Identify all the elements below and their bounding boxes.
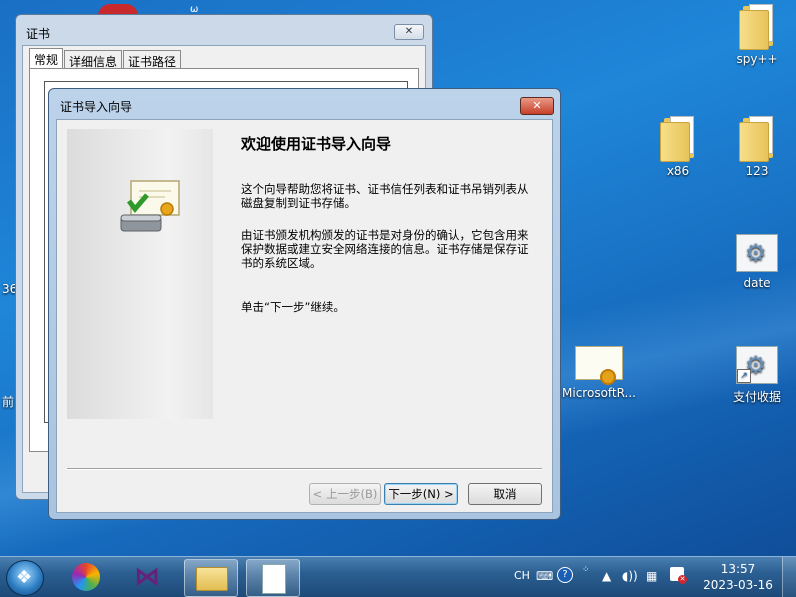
- network-icon[interactable]: ▦: [646, 569, 657, 583]
- tab-strip: 常规 详细信息 证书路径: [29, 48, 182, 72]
- gear-file-shortcut-icon: ⚙ ↗: [736, 346, 778, 384]
- desktop-icon-123[interactable]: 123: [721, 116, 793, 178]
- folder-icon: [739, 4, 775, 50]
- desktop-icon-microsoftr[interactable]: MicrosoftR...: [561, 346, 637, 400]
- wizard-description-text: 由证书颁发机构颁发的证书是对身份的确认，它包含用来保护数据或建立安全网络连接的信…: [241, 228, 529, 270]
- close-icon: ✕: [404, 26, 414, 37]
- desktop-icon-spy[interactable]: spy++: [721, 4, 793, 66]
- next-button[interactable]: 下一步(N) >: [384, 483, 458, 505]
- ime-options-icon[interactable]: ⁘: [582, 565, 590, 575]
- windows-logo-icon: ❖: [16, 567, 33, 588]
- ime-indicator[interactable]: CH: [514, 569, 530, 582]
- certificate-import-wizard: 证书导入向导 ✕ 欢迎使用证书导入向导 这个向导帮助您将证书、证书信任列表和证书…: [48, 88, 561, 520]
- gear-file-icon: ⚙: [736, 234, 778, 272]
- app-icon-partial: ω: [190, 4, 199, 15]
- help-icon[interactable]: ?: [557, 567, 573, 583]
- wizard-continue-text: 单击“下一步”继续。: [241, 300, 345, 314]
- desktop-edge-text: 前: [2, 395, 15, 409]
- divider: [67, 468, 542, 470]
- desktop-icon-label: MicrosoftR...: [562, 386, 636, 400]
- desktop-icon-x86[interactable]: x86: [642, 116, 714, 178]
- wizard-intro-text: 这个向导帮助您将证书、证书信任列表和证书吊销列表从磁盘复制到证书存储。: [241, 182, 529, 210]
- taskbar-app-visual-studio[interactable]: ⋈: [122, 559, 174, 595]
- taskbar-app-browser[interactable]: [62, 559, 114, 595]
- desktop-icon-date[interactable]: ⚙ date: [721, 234, 793, 290]
- close-button[interactable]: ✕: [394, 24, 424, 40]
- show-desktop-button[interactable]: [782, 557, 796, 597]
- close-button[interactable]: ✕: [520, 97, 554, 115]
- desktop-icon-label: x86: [666, 164, 690, 178]
- document-icon: [262, 564, 286, 594]
- explorer-folder-icon: [196, 567, 228, 591]
- folder-icon: [660, 116, 696, 162]
- show-hidden-icons-icon[interactable]: ▲: [602, 569, 611, 583]
- taskbar: ❖ ⋈ CH ⌨ ? ⁘ ▲ ◖)) ▦ ✕ 13:57 2023-03-16: [0, 556, 796, 597]
- keyboard-icon[interactable]: ⌨: [536, 569, 553, 583]
- wizard-heading: 欢迎使用证书导入向导: [241, 135, 392, 153]
- cancel-button[interactable]: 取消: [468, 483, 542, 505]
- certificate-file-icon: [575, 346, 623, 385]
- close-icon: ✕: [532, 99, 542, 112]
- window-title: 证书: [26, 27, 51, 41]
- visual-studio-icon: ⋈: [134, 562, 160, 592]
- certificate-import-icon: [120, 180, 180, 232]
- volume-icon[interactable]: ◖)): [622, 569, 638, 583]
- action-center-icon[interactable]: ✕: [670, 567, 687, 584]
- desktop-icon-label: spy++: [736, 52, 778, 66]
- system-clock[interactable]: 13:57 2023-03-16: [702, 561, 774, 593]
- desktop-icon-label: date: [743, 276, 771, 290]
- start-button[interactable]: ❖: [6, 560, 44, 596]
- clock-date: 2023-03-16: [703, 578, 773, 592]
- folder-icon: [739, 116, 775, 162]
- wizard-client: 欢迎使用证书导入向导 这个向导帮助您将证书、证书信任列表和证书吊销列表从磁盘复制…: [56, 119, 553, 513]
- desktop-icon-label: 支付收据: [732, 390, 781, 404]
- back-button[interactable]: < 上一步(B): [309, 483, 381, 505]
- taskbar-app-explorer[interactable]: [184, 559, 238, 597]
- taskbar-app-certificate[interactable]: [246, 559, 300, 597]
- wizard-side-panel: [67, 129, 213, 419]
- window-title: 证书导入向导: [60, 100, 133, 114]
- desktop-icon-label: 123: [745, 164, 769, 178]
- desktop-icon-payment-receipt[interactable]: ⚙ ↗ 支付收据: [721, 346, 793, 405]
- browser-icon: [72, 563, 100, 591]
- clock-time: 13:57: [720, 562, 756, 576]
